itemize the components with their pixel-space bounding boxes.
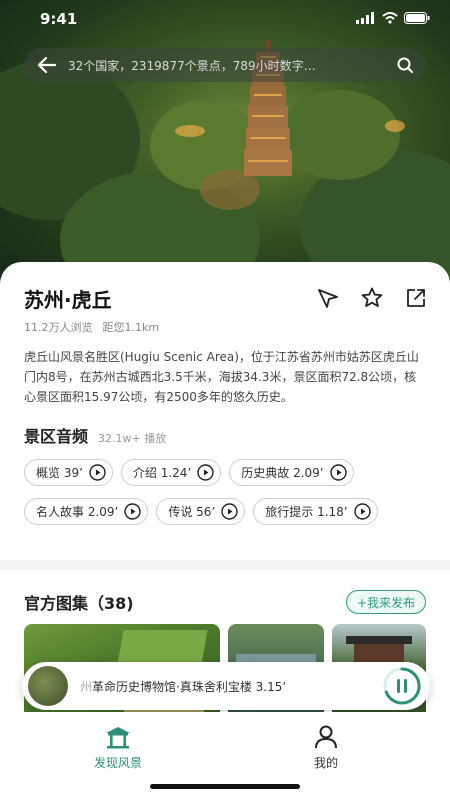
hero-image — [0, 0, 450, 290]
status-time: 9:41 — [40, 10, 78, 28]
play-icon — [89, 464, 106, 481]
audio-chip-label: 旅行提示 1.18’ — [265, 505, 348, 519]
mini-player[interactable]: 州革命历史博物馆·真珠舍利宝楼 3.15’ — [22, 662, 430, 710]
signal-icon — [356, 12, 374, 24]
status-bar: 9:41 — [0, 8, 450, 34]
audio-chip-label: 传说 56’ — [168, 505, 216, 519]
pavilion-icon — [106, 727, 130, 749]
search-icon[interactable] — [396, 56, 414, 74]
player-track-title: 革命历史博物馆·真珠舍利宝楼 — [92, 679, 252, 694]
tab-mine-label: 我的 — [313, 756, 338, 770]
view-count: 11.2万人浏览 — [24, 321, 93, 334]
audio-play-count: 32.1w+ 播放 — [98, 432, 167, 445]
star-icon[interactable] — [360, 286, 384, 310]
play-icon — [329, 464, 347, 481]
audio-chip[interactable]: 历史典故 2.09’ — [229, 459, 354, 486]
audio-chip[interactable]: 名人故事 2.09’ — [24, 498, 149, 525]
home-indicator — [150, 784, 300, 789]
audio-section-header: 景区音频 32.1w+ 播放 — [24, 423, 426, 447]
distance: 距您1.1km — [102, 321, 160, 334]
scenic-description: 虎丘山风景名胜区(Hugiu Scenic Area)，位于江苏省苏州市姑苏区虎… — [24, 350, 419, 404]
scenic-meta: 11.2万人浏览 距您1.1km — [24, 319, 426, 335]
publish-button[interactable]: +我来发布 — [345, 590, 426, 614]
user-icon — [315, 725, 337, 749]
audio-chip-list: 概览 39’ 介绍 1.24’ 历史典故 2.09’ 名人故事 2.09’ 传说… — [24, 459, 426, 525]
pause-icon[interactable] — [382, 666, 422, 706]
action-buttons — [316, 286, 428, 310]
wifi-icon — [382, 12, 398, 24]
audio-chip[interactable]: 旅行提示 1.18’ — [253, 498, 378, 525]
share-icon[interactable] — [404, 286, 428, 310]
player-track-prefix: 州 — [80, 679, 93, 694]
audio-heading: 景区音频 — [24, 427, 89, 446]
search-bar[interactable]: 32个国家，2319877个景点，789小时数字… — [24, 48, 426, 82]
gallery-title: 官方图集（38) — [24, 594, 134, 613]
play-icon — [221, 503, 238, 520]
scenic-info-card: 苏州·虎丘 11.2万人浏览 距您1.1km 虎丘山风景名胜区(Hugiu Sc… — [0, 262, 450, 560]
tab-mine[interactable]: 我的 — [266, 724, 386, 771]
play-icon — [197, 464, 214, 481]
play-icon — [353, 503, 371, 520]
tab-discover-label: 发现风景 — [93, 756, 142, 770]
player-track: 州革命历史博物馆·真珠舍利宝楼 3.15’ — [80, 678, 382, 695]
player-track-duration: 3.15’ — [255, 679, 287, 694]
player-cover — [28, 666, 68, 706]
audio-chip-label: 概览 39’ — [36, 466, 83, 480]
search-placeholder[interactable]: 32个国家，2319877个景点，789小时数字… — [68, 57, 388, 74]
audio-chip-label: 历史典故 2.09’ — [241, 466, 324, 480]
audio-chip-label: 名人故事 2.09’ — [36, 505, 119, 519]
back-arrow-icon[interactable] — [36, 54, 58, 76]
play-icon — [124, 503, 142, 520]
audio-chip[interactable]: 概览 39’ — [24, 459, 113, 486]
audio-chip[interactable]: 传说 56’ — [156, 498, 246, 525]
tab-discover[interactable]: 发现风景 — [58, 724, 178, 771]
navigate-icon[interactable] — [316, 286, 340, 310]
audio-chip[interactable]: 介绍 1.24’ — [120, 459, 222, 486]
audio-chip-label: 介绍 1.24’ — [132, 466, 192, 480]
battery-icon — [404, 12, 430, 24]
